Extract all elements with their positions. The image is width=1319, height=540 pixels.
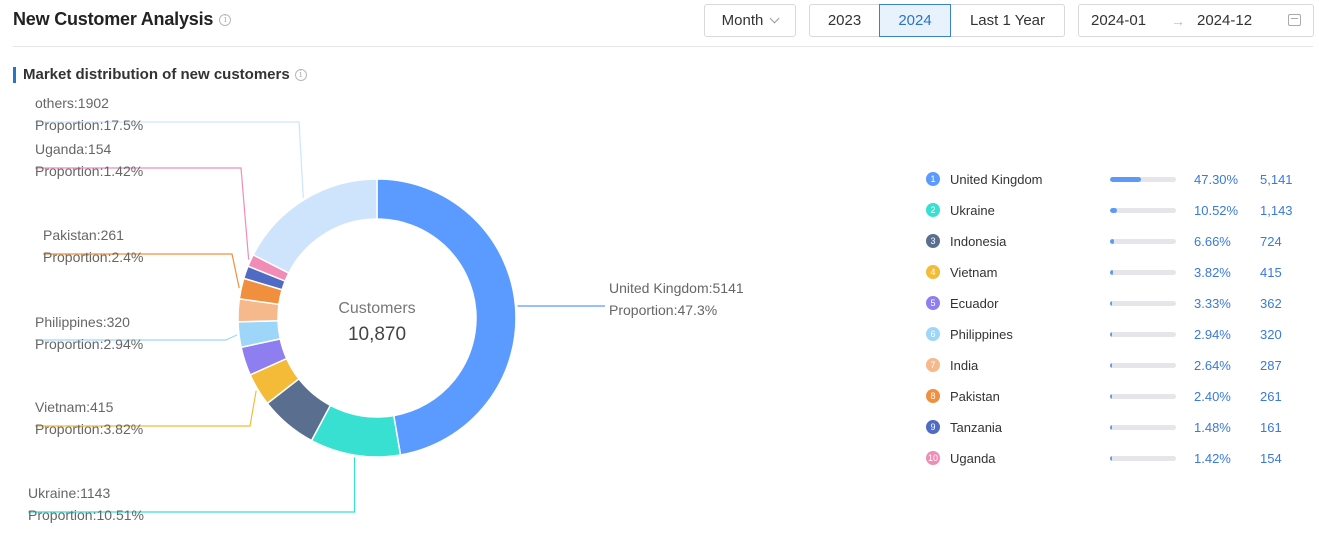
share-bar-fill (1110, 363, 1112, 368)
share-bar (1110, 270, 1176, 275)
legend-item-ecuador[interactable]: 5 Ecuador 3.33% 362 (926, 295, 1306, 313)
legend-item-indonesia[interactable]: 3 Indonesia 6.66% 724 (926, 233, 1306, 251)
callout-label: Pakistan:261 (43, 227, 124, 243)
rank-badge: 8 (926, 389, 940, 403)
legend-name: United Kingdom (950, 172, 1043, 187)
legend-name: Pakistan (950, 389, 1000, 404)
legend-item-tanzania[interactable]: 9 Tanzania 1.48% 161 (926, 419, 1306, 437)
calendar-icon[interactable] (1288, 14, 1301, 26)
rank-badge: 3 (926, 234, 940, 248)
donut-slice-others[interactable] (252, 178, 378, 275)
legend-percent: 2.94% (1194, 327, 1231, 342)
share-bar-fill (1110, 394, 1112, 399)
callout-proportion: Proportion:2.4% (43, 249, 143, 265)
legend-name: Vietnam (950, 265, 998, 280)
share-bar (1110, 332, 1176, 337)
callout-proportion: Proportion:10.51% (28, 507, 144, 523)
rank-badge: 9 (926, 420, 940, 434)
share-bar (1110, 301, 1176, 306)
legend-percent: 3.33% (1194, 296, 1231, 311)
rank-badge: 7 (926, 358, 940, 372)
legend-item-india[interactable]: 7 India 2.64% 287 (926, 357, 1306, 375)
center-value: 10,870 (348, 324, 406, 345)
rank-badge: 1 (926, 172, 940, 186)
legend-percent: 6.66% (1194, 234, 1231, 249)
legend-value: 320 (1260, 327, 1282, 342)
legend-value: 261 (1260, 389, 1282, 404)
legend-name: Ecuador (950, 296, 999, 311)
rank-badge: 2 (926, 203, 940, 217)
share-bar (1110, 456, 1176, 461)
legend-value: 724 (1260, 234, 1282, 249)
callout-proportion: Proportion:3.82% (35, 421, 143, 437)
share-bar (1110, 394, 1176, 399)
share-bar-fill (1110, 177, 1142, 182)
callout-proportion: Proportion:1.42% (35, 163, 143, 179)
share-bar-fill (1110, 425, 1112, 430)
callout-label: United Kingdom:5141 (609, 280, 744, 296)
rank-badge: 10 (926, 451, 940, 465)
callout-line-uganda (35, 167, 250, 260)
share-bar (1110, 177, 1176, 182)
share-bar-fill (1110, 332, 1112, 337)
callout-proportion: Proportion:47.3% (609, 302, 717, 318)
callout-label: Uganda:154 (35, 141, 112, 157)
legend-item-ukraine[interactable]: 2 Ukraine 10.52% 1,143 (926, 202, 1306, 220)
legend-name: India (950, 358, 979, 373)
share-bar-fill (1110, 239, 1115, 244)
rank-badge: 6 (926, 327, 940, 341)
date-start-input[interactable]: 2024-01 (1091, 12, 1171, 29)
legend-name: Indonesia (950, 234, 1007, 249)
callout-proportion: Proportion:17.5% (35, 117, 143, 133)
date-end-input[interactable]: 2024-12 (1197, 12, 1252, 29)
legend-value: 5,141 (1260, 172, 1293, 187)
legend-percent: 2.40% (1194, 389, 1231, 404)
share-bar (1110, 208, 1176, 213)
arrow-right-icon: → (1171, 12, 1185, 29)
callout-label: Vietnam:415 (35, 399, 114, 415)
legend-percent: 1.48% (1194, 420, 1231, 435)
share-bar (1110, 425, 1176, 430)
share-bar-fill (1110, 301, 1113, 306)
share-bar-fill (1110, 208, 1117, 213)
legend-percent: 2.64% (1194, 358, 1231, 373)
callout-line-others (35, 121, 304, 198)
callout-label: others:1902 (35, 95, 109, 111)
rank-badge: 4 (926, 265, 940, 279)
share-bar (1110, 239, 1176, 244)
legend-item-uganda[interactable]: 10 Uganda 1.42% 154 (926, 450, 1306, 468)
legend-value: 287 (1260, 358, 1282, 373)
donut-chart: Customers 10,870 United Kingdom:5141 Propor… (28, 95, 744, 523)
legend-value: 362 (1260, 296, 1282, 311)
legend-name: Ukraine (950, 203, 995, 218)
share-bar (1110, 363, 1176, 368)
legend-value: 161 (1260, 420, 1282, 435)
callout-proportion: Proportion:2.94% (35, 336, 143, 352)
legend-value: 415 (1260, 265, 1282, 280)
legend-item-pakistan[interactable]: 8 Pakistan 2.40% 261 (926, 388, 1306, 406)
legend-value: 1,143 (1260, 203, 1293, 218)
callout-label: Ukraine:1143 (28, 485, 110, 501)
legend-percent: 3.82% (1194, 265, 1231, 280)
legend-name: Philippines (950, 327, 1013, 342)
center-label: Customers (338, 300, 415, 317)
legend-percent: 1.42% (1194, 451, 1231, 466)
date-range-picker[interactable]: 2024-01 → 2024-12 (1078, 4, 1314, 37)
legend-value: 154 (1260, 451, 1282, 466)
share-bar-fill (1110, 456, 1112, 461)
legend-name: Uganda (950, 451, 996, 466)
share-bar-fill (1110, 270, 1113, 275)
legend-item-vietnam[interactable]: 4 Vietnam 3.82% 415 (926, 264, 1306, 282)
legend-item-philippines[interactable]: 6 Philippines 2.94% 320 (926, 326, 1306, 344)
rank-badge: 5 (926, 296, 940, 310)
year-tab-last-year[interactable]: Last 1 Year (950, 4, 1065, 37)
legend-percent: 10.52% (1194, 203, 1239, 218)
year-tab-2024[interactable]: 2024 (879, 4, 951, 37)
legend-item-united-kingdom[interactable]: 1 United Kingdom 47.30% 5,141 (926, 171, 1306, 189)
callout-label: Philippines:320 (35, 314, 130, 330)
legend-percent: 47.30% (1194, 172, 1239, 187)
legend-name: Tanzania (950, 420, 1003, 435)
